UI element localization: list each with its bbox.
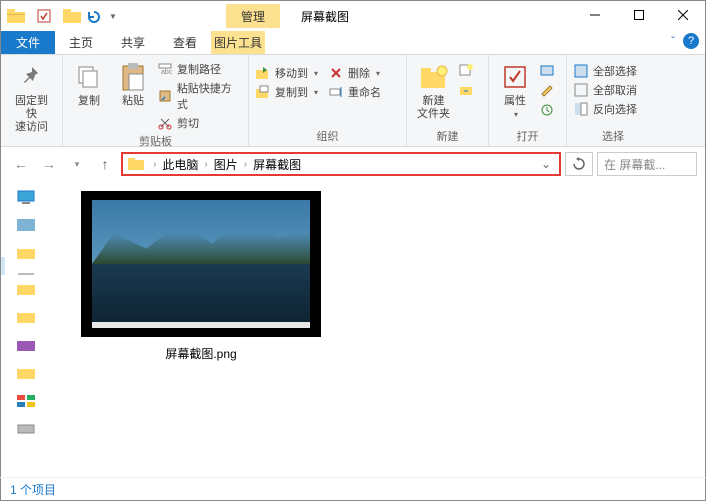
cut-icon bbox=[157, 115, 173, 131]
ribbon-group-select: 选择 bbox=[573, 126, 653, 144]
status-item-count: 1 个项目 bbox=[10, 481, 56, 498]
file-thumbnail bbox=[81, 191, 321, 337]
tab-home[interactable]: 主页 bbox=[55, 31, 107, 54]
ribbon-group-new: 新建 bbox=[413, 126, 482, 144]
rename-button[interactable]: 重命名 bbox=[328, 84, 381, 100]
folder-icon bbox=[127, 155, 145, 173]
copy-path-icon: abc bbox=[157, 61, 173, 77]
status-bar: 1 个项目 bbox=[0, 477, 706, 501]
ribbon-group-open: 打开 bbox=[495, 126, 560, 144]
file-name: 屏幕截图.png bbox=[81, 337, 321, 362]
file-list[interactable]: 屏幕截图.png bbox=[51, 181, 705, 481]
rename-icon bbox=[328, 84, 344, 100]
new-item-icon[interactable] bbox=[458, 63, 474, 77]
sidebar-item-icon[interactable] bbox=[14, 421, 38, 437]
ribbon-group-clipboard: 剪贴板 bbox=[69, 131, 242, 149]
sidebar-item-icon[interactable] bbox=[14, 245, 38, 261]
breadcrumb-pictures[interactable]: 图片 bbox=[214, 156, 238, 173]
paste-shortcut-icon bbox=[157, 88, 173, 104]
maximize-button[interactable] bbox=[617, 1, 661, 29]
copy-to-button[interactable]: 复制到▾ bbox=[255, 84, 318, 100]
svg-text:abc: abc bbox=[161, 69, 172, 76]
folder-icon bbox=[5, 5, 27, 27]
refresh-button[interactable] bbox=[565, 152, 593, 176]
paste-button[interactable]: 粘贴 bbox=[113, 59, 153, 110]
contextual-tab-manage[interactable]: 管理 bbox=[226, 4, 280, 28]
copy-button[interactable]: 复制 bbox=[69, 59, 109, 110]
properties-qat-icon[interactable] bbox=[33, 5, 55, 27]
invert-selection-icon bbox=[573, 101, 589, 117]
edit-icon[interactable] bbox=[539, 83, 555, 97]
qat-dropdown-icon[interactable]: ▼ bbox=[105, 12, 119, 21]
invert-selection-button[interactable]: 反向选择 bbox=[573, 101, 637, 117]
collapse-ribbon-icon[interactable]: ˇ bbox=[671, 34, 675, 48]
breadcrumb[interactable]: › 此电脑 › 图片 › 屏幕截图 ⌄ bbox=[121, 152, 561, 176]
sidebar-item-icon[interactable] bbox=[14, 281, 38, 297]
window-title: 屏幕截图 bbox=[301, 8, 349, 25]
breadcrumb-root[interactable]: 此电脑 bbox=[162, 156, 198, 173]
breadcrumb-current[interactable]: 屏幕截图 bbox=[253, 156, 301, 173]
ribbon-group-organize: 组织 bbox=[255, 126, 400, 144]
sidebar-item-icon[interactable] bbox=[14, 309, 38, 325]
close-button[interactable] bbox=[661, 1, 705, 29]
up-button[interactable]: ↑ bbox=[93, 152, 117, 176]
new-folder-button[interactable]: 新建 文件夹 bbox=[413, 59, 454, 123]
paste-icon bbox=[117, 61, 149, 93]
chevron-right-icon[interactable]: › bbox=[238, 159, 253, 170]
help-icon[interactable]: ? bbox=[683, 33, 699, 49]
ribbon-tabs: 文件 主页 共享 查看 图片工具 ˇ ? bbox=[1, 31, 705, 55]
pin-to-quick-access-button[interactable]: 固定到快 速访问 bbox=[7, 59, 56, 136]
sidebar-separator bbox=[18, 273, 34, 275]
copy-icon bbox=[73, 61, 105, 93]
address-bar-row: ← → ▾ ↑ › 此电脑 › 图片 › 屏幕截图 ⌄ 在 屏幕截... bbox=[1, 147, 705, 181]
back-button[interactable]: ← bbox=[9, 152, 33, 176]
sidebar-item-icon[interactable] bbox=[14, 217, 38, 233]
sidebar-desktop-icon[interactable] bbox=[14, 189, 38, 205]
copy-path-button[interactable]: abc复制路径 bbox=[157, 61, 242, 77]
breadcrumb-dropdown-icon[interactable]: ⌄ bbox=[535, 157, 557, 171]
chevron-right-icon[interactable]: › bbox=[198, 159, 213, 170]
copy-to-icon bbox=[255, 84, 271, 100]
select-none-icon bbox=[573, 82, 589, 98]
chevron-right-icon[interactable]: › bbox=[147, 159, 162, 170]
properties-button[interactable]: 属性▾ bbox=[495, 59, 535, 123]
select-none-button[interactable]: 全部取消 bbox=[573, 82, 637, 98]
select-all-button[interactable]: 全部选择 bbox=[573, 63, 637, 79]
new-folder-qat-icon[interactable] bbox=[61, 5, 83, 27]
delete-button[interactable]: 删除▾ bbox=[328, 65, 380, 81]
move-to-button[interactable]: 移动到▾ bbox=[255, 65, 318, 81]
move-to-icon bbox=[255, 65, 271, 81]
ribbon: 固定到快 速访问 复制 粘贴 abc复制路径 粘贴快捷方式 剪切 剪贴板 bbox=[1, 55, 705, 147]
sidebar-item-icon[interactable] bbox=[14, 337, 38, 353]
tab-view[interactable]: 查看 bbox=[159, 31, 211, 54]
quick-access-toolbar: ▼ bbox=[1, 5, 119, 27]
undo-qat-icon[interactable] bbox=[83, 5, 105, 27]
content-area: 屏幕截图.png bbox=[1, 181, 705, 481]
easy-access-icon[interactable] bbox=[458, 83, 474, 97]
forward-button: → bbox=[37, 152, 61, 176]
file-item[interactable]: 屏幕截图.png bbox=[81, 191, 321, 362]
recent-dropdown-icon[interactable]: ▾ bbox=[65, 152, 89, 176]
open-icon[interactable] bbox=[539, 63, 555, 77]
title-bar: ▼ 管理 屏幕截图 bbox=[1, 1, 705, 31]
select-all-icon bbox=[573, 63, 589, 79]
tab-picture-tools[interactable]: 图片工具 bbox=[211, 31, 265, 54]
paste-shortcut-button[interactable]: 粘贴快捷方式 bbox=[157, 80, 242, 112]
history-icon[interactable] bbox=[539, 103, 555, 117]
sidebar-item-icon[interactable] bbox=[14, 365, 38, 381]
minimize-button[interactable] bbox=[573, 1, 617, 29]
cut-button[interactable]: 剪切 bbox=[157, 115, 242, 131]
pin-icon bbox=[16, 61, 48, 93]
delete-icon bbox=[328, 65, 344, 81]
nav-pane[interactable] bbox=[1, 181, 51, 481]
window-controls bbox=[573, 1, 705, 29]
new-folder-icon bbox=[418, 61, 450, 93]
sidebar-item-icon[interactable] bbox=[14, 393, 38, 409]
tab-file[interactable]: 文件 bbox=[1, 31, 55, 54]
properties-icon bbox=[499, 61, 531, 93]
tab-share[interactable]: 共享 bbox=[107, 31, 159, 54]
search-input[interactable]: 在 屏幕截... bbox=[597, 152, 697, 176]
